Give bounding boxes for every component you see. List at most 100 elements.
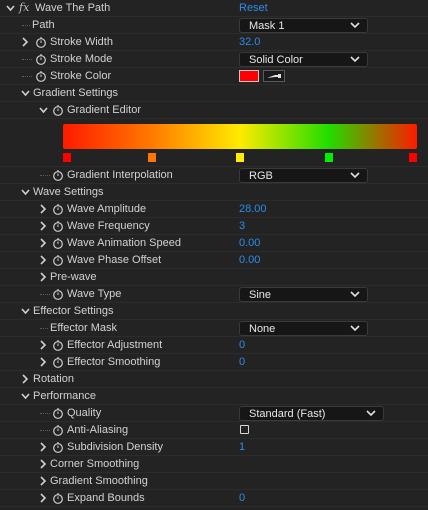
chevron-right-icon[interactable] xyxy=(39,221,48,231)
effector-mask-row: Effector Mask None xyxy=(0,320,428,337)
gradient-stop[interactable] xyxy=(147,153,156,162)
gradient-stop[interactable] xyxy=(324,153,333,162)
chevron-right-icon[interactable] xyxy=(39,476,48,486)
stroke-mode-label: Stroke Mode xyxy=(50,53,113,65)
gradient-interpolation-dropdown[interactable]: RGB xyxy=(239,168,368,183)
effector-adjustment-value[interactable]: 0 xyxy=(239,339,245,351)
tree-line xyxy=(40,328,48,331)
path-label: Path xyxy=(32,19,55,31)
performance-row: Performance xyxy=(0,388,428,405)
stopwatch-icon[interactable] xyxy=(52,169,64,181)
wave-frequency-row: Wave Frequency 3 xyxy=(0,218,428,235)
path-dropdown-value: Mask 1 xyxy=(249,20,285,32)
expand-bounds-row: Expand Bounds 0 xyxy=(0,490,428,507)
effector-settings-label: Effector Settings xyxy=(33,305,114,317)
effector-mask-label: Effector Mask xyxy=(50,322,118,334)
chevron-right-icon[interactable] xyxy=(39,340,48,350)
stopwatch-icon[interactable] xyxy=(52,203,64,215)
anti-aliasing-label: Anti-Aliasing xyxy=(67,424,129,436)
fx-icon[interactable]: fx xyxy=(19,1,29,14)
stopwatch-icon[interactable] xyxy=(52,288,64,300)
chevron-right-icon[interactable] xyxy=(39,442,48,452)
stopwatch-icon[interactable] xyxy=(35,70,47,82)
chevron-down-icon[interactable] xyxy=(39,105,48,115)
stopwatch-icon[interactable] xyxy=(52,356,64,368)
expand-bounds-value[interactable]: 0 xyxy=(239,492,245,504)
effector-mask-value: None xyxy=(249,323,276,335)
effector-settings-row: Effector Settings xyxy=(0,303,428,320)
wave-phase-offset-label: Wave Phase Offset xyxy=(67,254,162,266)
wave-type-dropdown[interactable]: Sine xyxy=(239,287,368,302)
effector-smoothing-value[interactable]: 0 xyxy=(239,356,245,368)
stopwatch-icon[interactable] xyxy=(52,339,64,351)
gradient-stop[interactable] xyxy=(409,153,417,162)
chevron-right-icon[interactable] xyxy=(39,357,48,367)
chevron-right-icon[interactable] xyxy=(39,204,48,214)
stopwatch-icon[interactable] xyxy=(52,220,64,232)
wave-phase-offset-value[interactable]: 0.00 xyxy=(239,254,260,266)
wave-type-label: Wave Type xyxy=(67,288,122,300)
stopwatch-icon[interactable] xyxy=(35,36,47,48)
stopwatch-icon[interactable] xyxy=(52,237,64,249)
gradient-smoothing-label: Gradient Smoothing xyxy=(50,475,148,487)
chevron-right-icon[interactable] xyxy=(39,459,48,469)
anti-aliasing-checkbox[interactable] xyxy=(240,425,249,434)
eyedropper-icon[interactable] xyxy=(263,70,285,82)
stopwatch-icon[interactable] xyxy=(52,441,64,453)
chevron-right-icon[interactable] xyxy=(39,272,48,282)
gradient-editor-label: Gradient Editor xyxy=(67,104,141,116)
wave-amplitude-value[interactable]: 28.00 xyxy=(239,203,267,215)
stopwatch-icon[interactable] xyxy=(52,104,64,116)
prewave-label: Pre-wave xyxy=(50,271,97,283)
chevron-right-icon[interactable] xyxy=(21,37,30,47)
chevron-down-icon[interactable] xyxy=(6,3,15,13)
tree-line xyxy=(22,76,32,79)
chevron-down-icon[interactable] xyxy=(21,306,30,316)
stroke-mode-dropdown-value: Solid Color xyxy=(249,54,303,66)
chevron-right-icon[interactable] xyxy=(39,255,48,265)
stroke-color-row: Stroke Color xyxy=(0,68,428,85)
subdivision-density-value[interactable]: 1 xyxy=(239,441,245,453)
quality-dropdown[interactable]: Standard (Fast) xyxy=(239,406,384,421)
wave-type-value: Sine xyxy=(249,289,272,301)
gradient-settings-label: Gradient Settings xyxy=(33,87,118,99)
wave-frequency-value[interactable]: 3 xyxy=(239,220,245,232)
wave-settings-row: Wave Settings xyxy=(0,184,428,201)
subdivision-density-row: Subdivision Density 1 xyxy=(0,439,428,456)
chevron-right-icon[interactable] xyxy=(39,238,48,248)
tree-line xyxy=(22,59,32,62)
effector-mask-dropdown[interactable]: None xyxy=(239,321,368,336)
corner-smoothing-row: Corner Smoothing xyxy=(0,456,428,473)
stopwatch-icon[interactable] xyxy=(35,53,47,65)
gradient-interpolation-value: RGB xyxy=(249,170,273,182)
path-dropdown[interactable]: Mask 1 xyxy=(239,18,368,33)
wave-animation-speed-row: Wave Animation Speed 0.00 xyxy=(0,235,428,252)
wave-type-row: Wave Type Sine xyxy=(0,286,428,303)
reset-link[interactable]: Reset xyxy=(239,2,268,14)
wave-animation-speed-value[interactable]: 0.00 xyxy=(239,237,260,249)
chevron-right-icon[interactable] xyxy=(39,493,48,503)
tree-line xyxy=(40,294,50,297)
effect-name: Wave The Path xyxy=(35,2,111,14)
chevron-down-icon[interactable] xyxy=(21,88,30,98)
chevron-down-icon[interactable] xyxy=(21,391,30,401)
rotation-label: Rotation xyxy=(33,373,74,385)
stopwatch-icon[interactable] xyxy=(52,407,64,419)
stroke-mode-row: Stroke Mode Solid Color xyxy=(0,51,428,68)
gradient-interpolation-row: Gradient Interpolation RGB xyxy=(0,167,428,184)
chevron-down-icon[interactable] xyxy=(21,187,30,197)
stroke-color-swatch[interactable] xyxy=(239,70,259,82)
tree-line xyxy=(22,25,30,28)
stopwatch-icon[interactable] xyxy=(52,254,64,266)
gradient-settings-row: Gradient Settings xyxy=(0,85,428,102)
gradient-smoothing-row: Gradient Smoothing xyxy=(0,473,428,490)
gradient-preview-bar[interactable] xyxy=(63,124,417,149)
stopwatch-icon[interactable] xyxy=(52,492,64,504)
chevron-right-icon[interactable] xyxy=(21,374,30,384)
effector-smoothing-row: Effector Smoothing 0 xyxy=(0,354,428,371)
gradient-stop[interactable] xyxy=(63,153,71,162)
stopwatch-icon[interactable] xyxy=(52,424,64,436)
stroke-width-value[interactable]: 32.0 xyxy=(239,36,260,48)
stroke-mode-dropdown[interactable]: Solid Color xyxy=(239,52,368,67)
gradient-stop[interactable] xyxy=(236,153,244,162)
